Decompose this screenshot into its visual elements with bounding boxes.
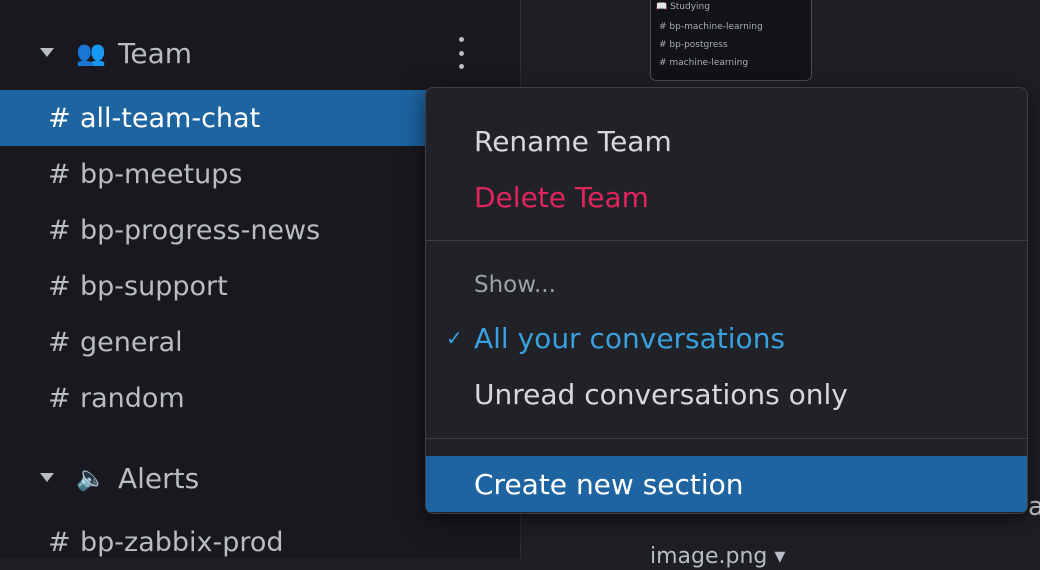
checkmark-icon: ✓ xyxy=(446,326,463,350)
show-heading: Show... xyxy=(474,272,556,298)
section-header-team[interactable]: 👥 Team xyxy=(0,25,520,81)
unread-only-label: Unread conversations only xyxy=(474,377,848,411)
channel-bp-zabbix-prod[interactable]: # bp-zabbix-prod xyxy=(0,514,520,570)
hash-icon: # xyxy=(48,526,71,558)
all-conversations-label: All your conversations xyxy=(474,321,786,355)
more-options-icon[interactable] xyxy=(454,37,468,69)
all-conversations-item[interactable]: ✓ All your conversations xyxy=(426,310,1027,366)
rename-team-item[interactable]: Rename Team xyxy=(426,113,1027,169)
section-title-alerts: Alerts xyxy=(118,461,200,495)
partial-message-text: ac xyxy=(1028,492,1040,522)
channel-name: bp-zabbix-prod xyxy=(80,526,284,558)
channel-name: general xyxy=(80,326,183,358)
channel-name: random xyxy=(80,382,185,414)
hash-icon: # xyxy=(48,326,71,358)
create-section-label: Create new section xyxy=(474,467,744,501)
thumb-row: # machine-learning xyxy=(659,58,749,68)
team-emoji-icon: 👥 xyxy=(76,39,106,67)
rename-team-label: Rename Team xyxy=(474,124,672,158)
delete-team-label: Delete Team xyxy=(474,180,649,214)
delete-team-item[interactable]: Delete Team xyxy=(426,169,1027,225)
hash-icon: # xyxy=(48,214,71,246)
channel-name: bp-meetups xyxy=(80,158,243,190)
hash-icon: # xyxy=(48,158,71,190)
unread-only-item[interactable]: Unread conversations only xyxy=(426,366,1027,422)
hash-icon: # xyxy=(48,270,71,302)
channel-name: bp-progress-news xyxy=(80,214,321,246)
thumb-row: # bp-postgress xyxy=(659,40,728,50)
thumb-row: # bp-machine-learning xyxy=(659,22,763,32)
channel-name: bp-support xyxy=(80,270,228,302)
speaker-icon: 🔈 xyxy=(76,464,106,492)
image-preview-thumbnail[interactable]: 📖 Studying # bp-machine-learning # bp-po… xyxy=(650,0,812,81)
menu-divider xyxy=(426,240,1027,241)
attachment-name[interactable]: image.png ▾ xyxy=(650,544,785,569)
channel-name: all-team-chat xyxy=(80,102,261,134)
hash-icon: # xyxy=(48,382,71,414)
caret-down-icon[interactable] xyxy=(40,473,54,482)
section-title-team: Team xyxy=(118,36,193,70)
hash-icon: # xyxy=(48,102,71,134)
section-context-menu: Rename Team Delete Team Show... ✓ All yo… xyxy=(425,87,1028,514)
caret-down-icon[interactable] xyxy=(40,48,54,57)
thumb-section: 📖 Studying xyxy=(656,2,710,12)
menu-divider xyxy=(426,438,1027,439)
create-section-item[interactable]: Create new section xyxy=(426,456,1027,512)
